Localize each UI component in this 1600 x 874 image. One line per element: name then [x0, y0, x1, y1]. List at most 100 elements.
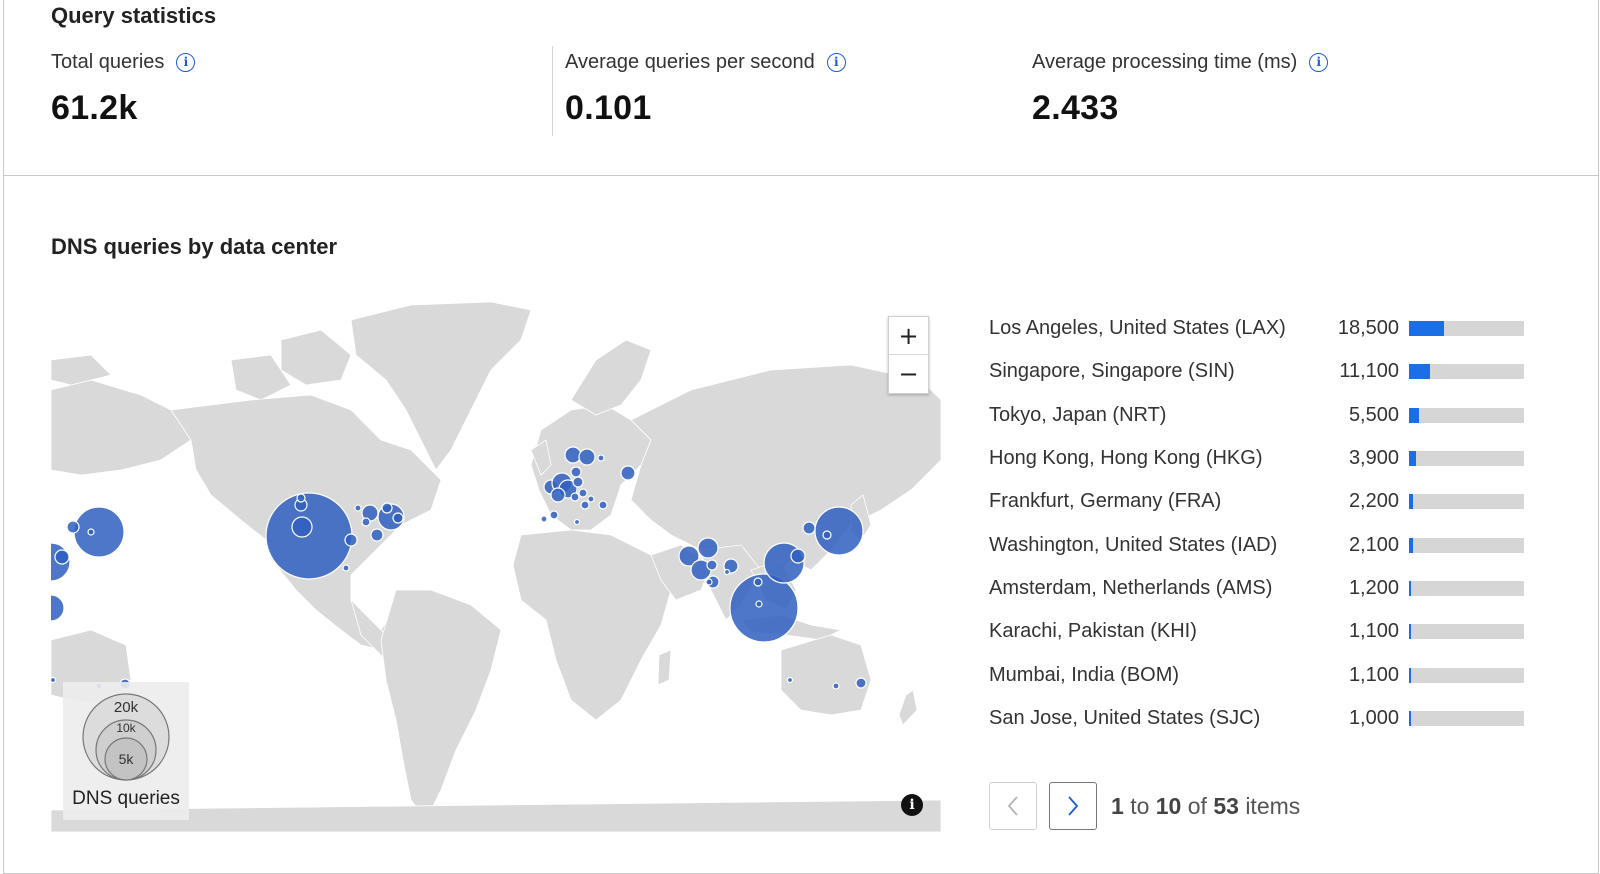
bubble-anchorage-wrap[interactable]: [66, 520, 80, 534]
ranking-name: Amsterdam, Netherlands (AMS): [989, 576, 1273, 599]
ranking-row: San Jose, United States (SJC) 1,000: [989, 697, 1549, 740]
bubble-perth-wrap[interactable]: [51, 676, 57, 684]
bubble-stockholm[interactable]: [578, 448, 596, 466]
next-page-button[interactable]: [1049, 782, 1097, 830]
ranking-bar: [1409, 407, 1524, 423]
ranking-bar: [1409, 537, 1524, 553]
ranking-row: Hong Kong, Hong Kong (HKG) 3,900: [989, 437, 1549, 480]
stat-average-queries-per-second: Average queries per second i 0.101: [565, 50, 846, 128]
bubble-sydney[interactable]: [855, 677, 867, 689]
bubble-delhi[interactable]: [697, 537, 719, 559]
bubble-dallas[interactable]: [344, 533, 358, 547]
ranking-name: Mumbai, India (BOM): [989, 663, 1180, 686]
bubble-sin-center[interactable]: [755, 600, 763, 608]
range-to: to: [1130, 792, 1150, 819]
legend-size-10k: 10k: [116, 721, 136, 735]
pagination-summary: 1 to 10 of 53 items: [1111, 793, 1300, 820]
range-of: of: [1187, 792, 1207, 819]
ranking-value: 2,100: [1348, 533, 1399, 556]
info-icon[interactable]: i: [176, 52, 196, 72]
bubble-seoul[interactable]: [802, 521, 816, 535]
ranking-name: Karachi, Pakistan (KHI): [989, 620, 1197, 643]
ranking-bar: [1409, 624, 1524, 640]
bubble-mexico[interactable]: [342, 564, 350, 572]
bubble-zurich[interactable]: [570, 492, 580, 502]
ranking-name: Tokyo, Japan (NRT): [989, 403, 1167, 426]
size-legend: 20k 10k 5k DNS queries: [63, 682, 189, 820]
bubble-hyderabad[interactable]: [706, 559, 718, 571]
world-map[interactable]: + − 20k 10k 5k DNS queries i: [51, 300, 941, 832]
ranking-name: Frankfurt, Germany (FRA): [989, 490, 1222, 513]
chevron-right-icon: [1068, 796, 1079, 816]
bubble-vancouver[interactable]: [296, 493, 306, 503]
zoom-controls: + −: [888, 316, 929, 394]
bubble-atlanta[interactable]: [370, 528, 384, 542]
bubble-osaka-wrap[interactable]: [54, 549, 70, 565]
ranking-bar-fill: [1409, 710, 1412, 726]
bubble-rome[interactable]: [573, 518, 581, 526]
bubble-minneapolis[interactable]: [354, 504, 362, 512]
bubble-perth[interactable]: [786, 676, 794, 684]
ranking-value: 18,500: [1337, 317, 1399, 340]
zoom-in-button[interactable]: +: [889, 317, 928, 355]
bubble-sjc[interactable]: [291, 516, 313, 538]
info-icon[interactable]: i: [1309, 52, 1329, 72]
info-icon[interactable]: i: [826, 52, 846, 72]
bubble-oslo[interactable]: [564, 446, 582, 464]
bubble-lax[interactable]: [265, 492, 353, 580]
bubble-dhaka[interactable]: [723, 568, 731, 576]
ranking-value: 1,200: [1348, 576, 1399, 599]
bubble-sin-wrap[interactable]: [51, 594, 65, 622]
stat-average-processing-time: Average processing time (ms) i 2.433: [1032, 50, 1329, 128]
bubble-paris[interactable]: [550, 487, 566, 503]
bubble-bangkok[interactable]: [753, 577, 763, 587]
legend-caption: DNS queries: [72, 788, 180, 809]
bubble-honolulu-wrap[interactable]: [73, 506, 125, 558]
bubble-melbourne[interactable]: [832, 682, 840, 690]
ranking-row: Amsterdam, Netherlands (AMS) 1,200: [989, 567, 1549, 610]
ranking-bar-fill: [1409, 580, 1412, 596]
ranking-bar: [1409, 580, 1524, 596]
stat-value: 2.433: [1032, 89, 1119, 127]
bubble-newyork[interactable]: [392, 512, 404, 524]
ranking-bar: [1409, 451, 1524, 467]
stat-value: 61.2k: [51, 89, 138, 127]
ranking-value: 2,200: [1348, 490, 1399, 513]
bubble-taipei[interactable]: [790, 548, 806, 564]
bubble-madrid[interactable]: [549, 510, 559, 520]
dns-queries-map-card: DNS queries by data center + − 20k 10k 5…: [3, 176, 1599, 874]
bubble-toronto[interactable]: [381, 502, 393, 514]
bubble-vienna[interactable]: [587, 495, 595, 503]
ranking-row: Karachi, Pakistan (KHI) 1,100: [989, 610, 1549, 653]
bubble-bangalore[interactable]: [705, 578, 713, 586]
map-info-icon[interactable]: i: [901, 794, 923, 816]
pagination: 1 to 10 of 53 items: [989, 782, 1300, 830]
stat-divider: [552, 46, 553, 136]
ranking-bar-fill: [1409, 537, 1413, 553]
zoom-out-button[interactable]: −: [889, 355, 928, 393]
bubble-prague[interactable]: [578, 488, 588, 498]
bubble-helsinki[interactable]: [597, 454, 605, 462]
stat-label: Average queries per second: [565, 50, 815, 73]
bubble-hamburg[interactable]: [572, 476, 584, 488]
bubble-osaka[interactable]: [822, 530, 832, 540]
ranking-bar: [1409, 321, 1524, 337]
bubble-milan[interactable]: [580, 500, 590, 510]
ranking-value: 1,100: [1348, 663, 1399, 686]
bubble-denver[interactable]: [361, 517, 371, 527]
bubble-moscow[interactable]: [620, 465, 636, 481]
previous-page-button[interactable]: [989, 782, 1037, 830]
bubble-copenhagen[interactable]: [570, 466, 582, 478]
ranking-bar-fill: [1409, 624, 1412, 640]
bubble-sin[interactable]: [729, 573, 799, 643]
bubble-lisbon[interactable]: [540, 515, 548, 523]
stat-value: 0.101: [565, 89, 652, 127]
bubble-bucharest[interactable]: [598, 500, 608, 510]
bubble-nrt[interactable]: [814, 506, 864, 556]
ranking-value: 1,100: [1348, 620, 1399, 643]
data-center-ranking: Los Angeles, United States (LAX) 18,500 Si…: [989, 307, 1549, 740]
total-items: 53: [1213, 792, 1239, 819]
bubble-honolulu-center[interactable]: [87, 528, 95, 536]
ranking-bar-fill: [1409, 494, 1414, 510]
ranking-bar-fill: [1409, 667, 1412, 683]
